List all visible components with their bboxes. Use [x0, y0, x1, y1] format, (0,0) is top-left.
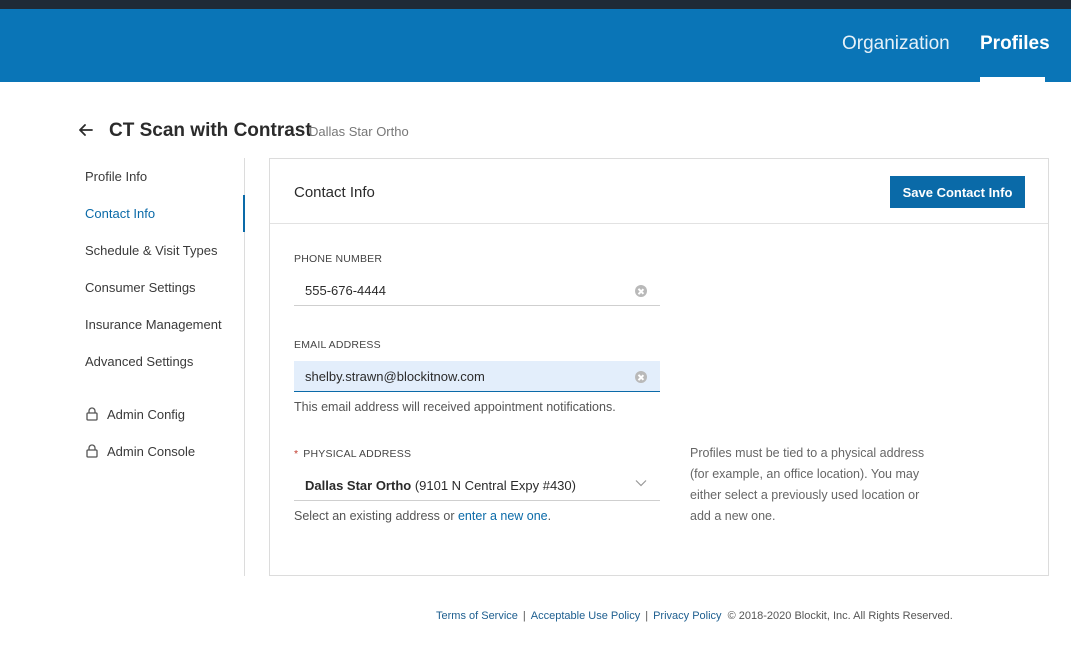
- address-helper-text: Select an existing address or enter a ne…: [294, 509, 551, 523]
- sidebar-item-contact-info[interactable]: Contact Info: [85, 206, 155, 221]
- enter-new-address-link[interactable]: enter a new one: [458, 509, 548, 523]
- sidebar-item-insurance-management[interactable]: Insurance Management: [85, 317, 222, 332]
- email-address-value[interactable]: shelby.strawn@blockitnow.com: [305, 369, 485, 384]
- clear-icon[interactable]: [635, 371, 647, 383]
- back-arrow-icon[interactable]: [76, 120, 96, 140]
- footer: Terms of Service | Acceptable Use Policy | P…: [436, 610, 953, 622]
- physical-address-label: * PHYSICAL ADDRESS: [294, 448, 411, 460]
- privacy-policy-link[interactable]: Privacy Policy: [653, 610, 721, 622]
- phone-number-label: PHONE NUMBER: [294, 253, 383, 265]
- save-contact-info-button[interactable]: Save Contact Info: [890, 176, 1025, 208]
- clear-icon[interactable]: [635, 285, 647, 297]
- app-header: Organization Profiles: [0, 9, 1071, 82]
- footer-separator: |: [522, 610, 526, 622]
- nav-profiles[interactable]: Profiles: [980, 33, 1050, 55]
- page-title: CT Scan with Contrast: [109, 120, 312, 141]
- page-subtitle: Dallas Star Ortho: [309, 124, 409, 139]
- panel-divider: [270, 223, 1048, 224]
- email-address-label: EMAIL ADDRESS: [294, 339, 381, 351]
- sidebar-item-advanced-settings[interactable]: Advanced Settings: [85, 354, 193, 369]
- sidebar-item-schedule-visit-types[interactable]: Schedule & Visit Types: [85, 243, 218, 258]
- sidebar-item-admin-config[interactable]: Admin Config: [107, 407, 185, 422]
- lock-icon: [86, 444, 98, 458]
- terms-of-service-link[interactable]: Terms of Service: [436, 610, 518, 622]
- contact-info-panel: Contact Info Save Contact Info PHONE NUM…: [269, 158, 1049, 576]
- sidebar-active-indicator: [243, 195, 245, 232]
- sidebar-item-admin-console[interactable]: Admin Console: [107, 444, 195, 459]
- sidebar-item-profile-info[interactable]: Profile Info: [85, 169, 147, 184]
- address-name: Dallas Star Ortho: [305, 478, 412, 493]
- acceptable-use-policy-link[interactable]: Acceptable Use Policy: [531, 610, 640, 622]
- phone-number-value[interactable]: 555-676-4444: [305, 283, 386, 298]
- address-helper-suffix: .: [547, 509, 552, 523]
- physical-address-select[interactable]: Dallas Star Ortho (9101 N Central Expy #…: [294, 470, 660, 501]
- address-note: Profiles must be tied to a physical addr…: [690, 446, 925, 523]
- nav-organization[interactable]: Organization: [842, 33, 950, 55]
- address-detail: (9101 N Central Expy #430): [411, 478, 576, 493]
- physical-address-value[interactable]: Dallas Star Ortho (9101 N Central Expy #…: [305, 478, 576, 493]
- nav-active-indicator: [980, 77, 1045, 82]
- chevron-down-icon[interactable]: [635, 479, 647, 487]
- sidebar-item-consumer-settings[interactable]: Consumer Settings: [85, 280, 196, 295]
- email-address-field[interactable]: shelby.strawn@blockitnow.com: [294, 361, 660, 392]
- lock-icon: [86, 407, 98, 421]
- physical-address-label-text: PHYSICAL ADDRESS: [303, 448, 412, 460]
- email-helper-text: This email address will received appoint…: [294, 400, 616, 414]
- address-helper-prefix: Select an existing address or: [294, 509, 458, 523]
- copyright-text: © 2018-2020 Blockit, Inc. All Rights Res…: [727, 610, 953, 622]
- panel-title: Contact Info: [294, 184, 375, 201]
- top-strip: [0, 0, 1071, 9]
- footer-separator: |: [645, 610, 649, 622]
- required-marker: *: [294, 448, 299, 460]
- phone-number-field[interactable]: 555-676-4444: [294, 275, 660, 306]
